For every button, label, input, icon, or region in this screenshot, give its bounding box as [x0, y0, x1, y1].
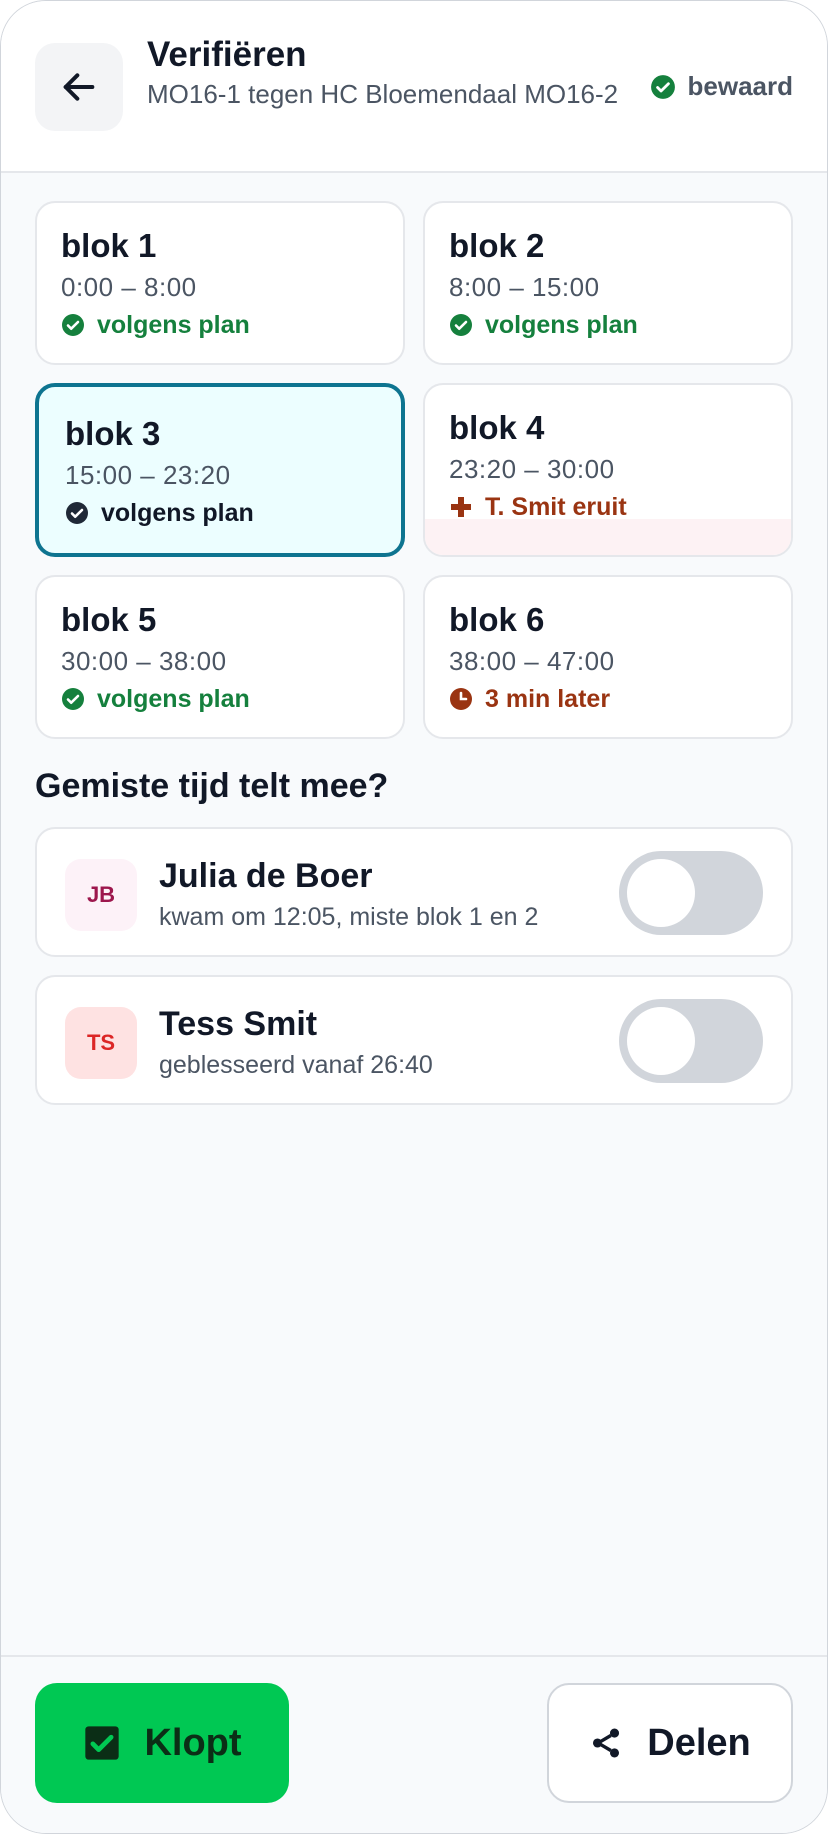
back-button[interactable]: [35, 43, 123, 131]
arrow-left-icon: [59, 67, 99, 107]
missed-time-heading: Gemiste tijd telt mee?: [35, 767, 389, 805]
block-card-4[interactable]: blok 4 23:20 – 30:00 T. Smit eruit: [423, 383, 793, 557]
player-note: kwam om 12:05, miste blok 1 en 2: [159, 903, 539, 931]
block-card-5[interactable]: blok 5 30:00 – 38:00 volgens plan: [35, 575, 405, 739]
block-status-label: volgens plan: [97, 311, 250, 339]
block-name: blok 2: [449, 227, 545, 264]
toggle-knob: [627, 859, 695, 927]
clock-icon: [449, 687, 473, 711]
medical-cross-icon: [449, 495, 473, 519]
footer-actions: Klopt Delen: [1, 1655, 827, 1833]
share-button[interactable]: Delen: [547, 1683, 793, 1803]
block-status: volgens plan: [61, 309, 379, 341]
page-title: Verifiëren: [147, 35, 307, 74]
check-circle-icon: [61, 687, 85, 711]
blocks-grid: blok 1 0:00 – 8:00 volgens plan blok 2 8…: [35, 201, 795, 739]
check-circle-icon: [61, 313, 85, 337]
saved-label: bewaard: [687, 71, 794, 101]
check-circle-icon: [65, 501, 89, 525]
share-label: Delen: [647, 1721, 751, 1764]
player-name: Tess Smit: [159, 1005, 318, 1043]
avatar: TS: [65, 1007, 137, 1079]
block-status: volgens plan: [65, 497, 375, 529]
block-status-label: T. Smit eruit: [485, 493, 627, 521]
block-status: 3 min later: [449, 683, 767, 715]
block-status-label: volgens plan: [485, 311, 638, 339]
confirm-label: Klopt: [144, 1721, 242, 1764]
block-status: T. Smit eruit: [449, 491, 767, 523]
player-row-julia: JB Julia de Boer kwam om 12:05, miste bl…: [35, 827, 793, 957]
player-row-tess: TS Tess Smit geblesseerd vanaf 26:40: [35, 975, 793, 1105]
block-name: blok 5: [61, 601, 157, 638]
toggle-knob: [627, 1007, 695, 1075]
check-circle-icon: [650, 74, 676, 100]
block-time: 8:00 – 15:00: [449, 272, 600, 302]
app-frame: Verifiëren MO16-1 tegen HC Bloemendaal M…: [0, 0, 828, 1834]
count-missed-time-toggle[interactable]: [619, 851, 763, 935]
checkbox-checked-icon: [82, 1723, 122, 1763]
block-card-1[interactable]: blok 1 0:00 – 8:00 volgens plan: [35, 201, 405, 365]
count-missed-time-toggle[interactable]: [619, 999, 763, 1083]
block-status-label: volgens plan: [97, 685, 250, 713]
block-status: volgens plan: [61, 683, 379, 715]
block-name: blok 4: [449, 409, 545, 446]
block-name: blok 6: [449, 601, 545, 638]
block-status: volgens plan: [449, 309, 767, 341]
player-name: Julia de Boer: [159, 857, 373, 895]
block-card-3-selected[interactable]: blok 3 15:00 – 23:20 volgens plan: [35, 383, 405, 557]
block-card-2[interactable]: blok 2 8:00 – 15:00 volgens plan: [423, 201, 793, 365]
confirm-button[interactable]: Klopt: [35, 1683, 289, 1803]
avatar: JB: [65, 859, 137, 931]
block-time: 38:00 – 47:00: [449, 646, 615, 676]
block-time: 30:00 – 38:00: [61, 646, 227, 676]
block-name: blok 3: [65, 415, 161, 452]
block-time: 15:00 – 23:20: [65, 460, 231, 490]
saved-status: bewaard: [650, 71, 794, 102]
player-note: geblesseerd vanaf 26:40: [159, 1051, 433, 1079]
match-subtitle: MO16-1 tegen HC Bloemendaal MO16-2: [147, 79, 619, 109]
check-circle-icon: [449, 313, 473, 337]
share-icon: [589, 1726, 623, 1760]
block-status-label: 3 min later: [485, 685, 611, 713]
block-name: blok 1: [61, 227, 157, 264]
block-card-6[interactable]: blok 6 38:00 – 47:00 3 min later: [423, 575, 793, 739]
block-status-label: volgens plan: [101, 499, 254, 527]
block-time: 0:00 – 8:00: [61, 272, 197, 302]
block-time: 23:20 – 30:00: [449, 454, 615, 484]
header: Verifiëren MO16-1 tegen HC Bloemendaal M…: [1, 1, 827, 173]
